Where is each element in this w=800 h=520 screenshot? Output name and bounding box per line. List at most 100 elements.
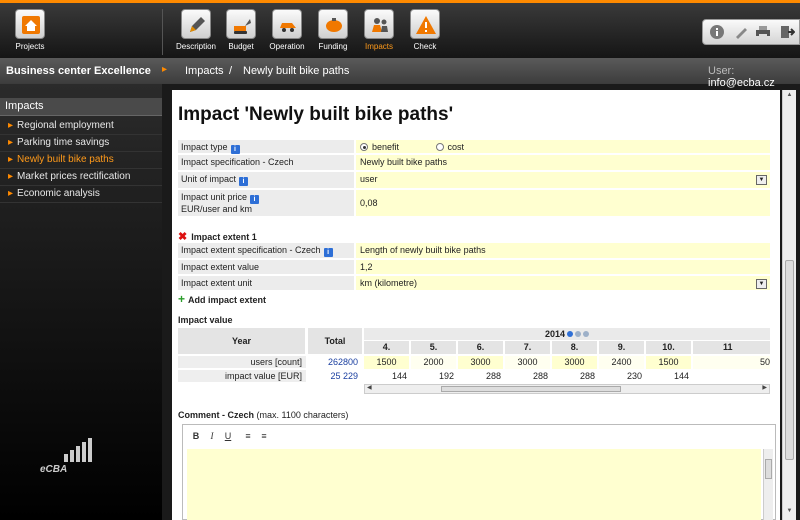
unit-row: Unit of impact i user ▼ [178, 172, 770, 189]
breadcrumb-impacts-link[interactable]: Impacts [185, 65, 224, 77]
sidebar-item-label: Market prices rectification [17, 171, 131, 182]
align-center-icon[interactable]: ≡ [257, 429, 271, 443]
scroll-thumb[interactable] [441, 386, 621, 392]
unit-select[interactable]: user ▼ [356, 172, 770, 189]
cost-radio[interactable] [435, 143, 444, 151]
scroll-left-icon[interactable]: ◀ [367, 384, 372, 391]
year-prev-icon[interactable] [575, 331, 582, 337]
budget-button[interactable]: Budget [215, 9, 267, 51]
extent-unit-value: km (kilometre) [360, 278, 418, 288]
funding-button[interactable]: Funding [307, 9, 359, 51]
comment-hint: (max. 1100 characters) [256, 410, 349, 420]
impact-value-total: 25 229 [308, 370, 362, 383]
extent-value-input[interactable]: 1,2 [356, 260, 770, 275]
italic-button[interactable]: I [205, 429, 219, 443]
unit-select-value: user [360, 174, 378, 184]
info-icon[interactable]: i [239, 177, 249, 186]
grid-cell: 288 [458, 370, 503, 383]
users-total: 262800 [308, 356, 362, 369]
add-extent-button[interactable]: + Add impact extent [178, 292, 266, 306]
operation-button[interactable]: Operation [261, 9, 313, 51]
extent-spec-label: Impact extent specification - Czech [181, 245, 321, 255]
year-value: 2014 [544, 329, 566, 339]
extent-value-row: Impact extent value 1,2 [178, 260, 770, 275]
month-header: 8. [552, 341, 597, 354]
check-button[interactable]: Check [399, 9, 451, 51]
year-next-icon[interactable] [583, 331, 590, 337]
scroll-right-icon[interactable]: ▶ [762, 384, 767, 391]
underline-button[interactable]: U [221, 429, 235, 443]
scroll-down-icon[interactable]: ▼ [785, 508, 794, 518]
year-toggle-icon[interactable] [567, 331, 574, 337]
info-icon[interactable]: i [230, 145, 240, 154]
month-header: 10. [646, 341, 691, 354]
projects-button[interactable]: Projects [4, 9, 56, 51]
benefit-radio[interactable] [360, 143, 368, 151]
extent-unit-select[interactable]: km (kilometre) ▼ [356, 276, 770, 291]
grid-cell[interactable]: 1500 [646, 356, 691, 369]
project-name: Business center Excellence [6, 65, 151, 77]
grid-cell[interactable]: 2000 [411, 356, 456, 369]
add-extent-label: Add impact extent [188, 295, 267, 305]
editor-scrollbar[interactable] [763, 449, 773, 520]
comment-editor: B I U ≡ ≡ [182, 424, 776, 520]
chevron-down-icon[interactable]: ▼ [756, 175, 767, 185]
info-icon[interactable]: i [250, 195, 260, 204]
comment-textarea[interactable] [187, 449, 761, 520]
grid-cell[interactable]: 3000 [458, 356, 503, 369]
sidebar-item-label: Regional employment [17, 120, 114, 131]
user-email: info@ecba.cz [708, 77, 775, 89]
breadcrumb-separator: / [229, 65, 233, 77]
sidebar-item-market-prices-rectification[interactable]: ▸ Market prices rectification [0, 169, 162, 186]
sidebar-item-newly-built-bike-paths[interactable]: ▸ Newly built bike paths [0, 152, 162, 169]
wrench-icon[interactable] [733, 24, 749, 40]
unit-price-input[interactable]: 0,08 [356, 190, 770, 217]
info-icon[interactable] [709, 24, 725, 40]
month-header: 5. [411, 341, 456, 354]
scroll-thumb[interactable] [785, 260, 794, 460]
bullet-arrow-icon: ▸ [8, 171, 14, 182]
extent-spec-input[interactable]: Length of newly built bike paths [356, 243, 770, 259]
unit-price-unit: EUR/user and km [181, 204, 253, 214]
plus-icon: + [178, 292, 186, 306]
delete-extent-icon[interactable]: ✖ [178, 231, 187, 243]
bullet-arrow-icon: ▸ [8, 137, 14, 148]
extent-unit-row: Impact extent unit km (kilometre) ▼ [178, 276, 770, 291]
info-icon[interactable]: i [323, 248, 333, 257]
impacts-button[interactable]: Impacts [353, 9, 405, 51]
extent-value-label: Impact extent value [178, 260, 354, 275]
sidebar-item-label: Parking time savings [17, 137, 110, 148]
utility-toolbar [702, 19, 800, 45]
impact-type-label-cell: Impact type i [178, 140, 354, 154]
grid-horizontal-scrollbar[interactable]: ◀ ▶ [364, 384, 770, 394]
extent-spec-row: Impact extent specification - Czech i Len… [178, 243, 770, 259]
year-header: Year [178, 328, 306, 354]
grid-cell: 288 [552, 370, 597, 383]
ecba-logo: eCBA [40, 464, 68, 475]
align-left-icon[interactable]: ≡ [241, 429, 255, 443]
grid-cell[interactable]: 50 [693, 356, 770, 369]
scroll-thumb[interactable] [765, 459, 772, 479]
user-label: User: [708, 65, 735, 77]
sidebar-item-regional-employment[interactable]: ▸ Regional employment [0, 118, 162, 135]
grid-cell: 230 [599, 370, 644, 383]
sidebar-item-economic-analysis[interactable]: ▸ Economic analysis [0, 186, 162, 203]
unit-label: Unit of impact [181, 174, 237, 184]
chevron-down-icon[interactable]: ▼ [756, 279, 767, 289]
impact-value-row: 144 192 288 288 288 230 144 [364, 370, 770, 383]
printer-icon[interactable] [755, 24, 771, 40]
sidebar-title: Impacts [0, 98, 162, 116]
page-vertical-scrollbar[interactable]: ▲ ▼ [782, 90, 796, 520]
grid-cell[interactable]: 3000 [552, 356, 597, 369]
scroll-up-icon[interactable]: ▲ [785, 92, 794, 102]
bold-button[interactable]: B [189, 429, 203, 443]
grid-cell[interactable]: 2400 [599, 356, 644, 369]
impact-spec-input[interactable]: Newly built bike paths [356, 155, 770, 171]
impact-value-grid: Year Total 2014 4. 5. 6. 7. 8. 9. 10. 11… [178, 328, 770, 398]
grid-cell[interactable]: 3000 [505, 356, 550, 369]
pencil-icon [181, 9, 211, 39]
logout-icon[interactable] [779, 24, 796, 40]
grid-cell[interactable]: 1500 [364, 356, 409, 369]
extent-unit-label: Impact extent unit [178, 276, 354, 291]
sidebar-item-parking-time-savings[interactable]: ▸ Parking time savings [0, 135, 162, 152]
